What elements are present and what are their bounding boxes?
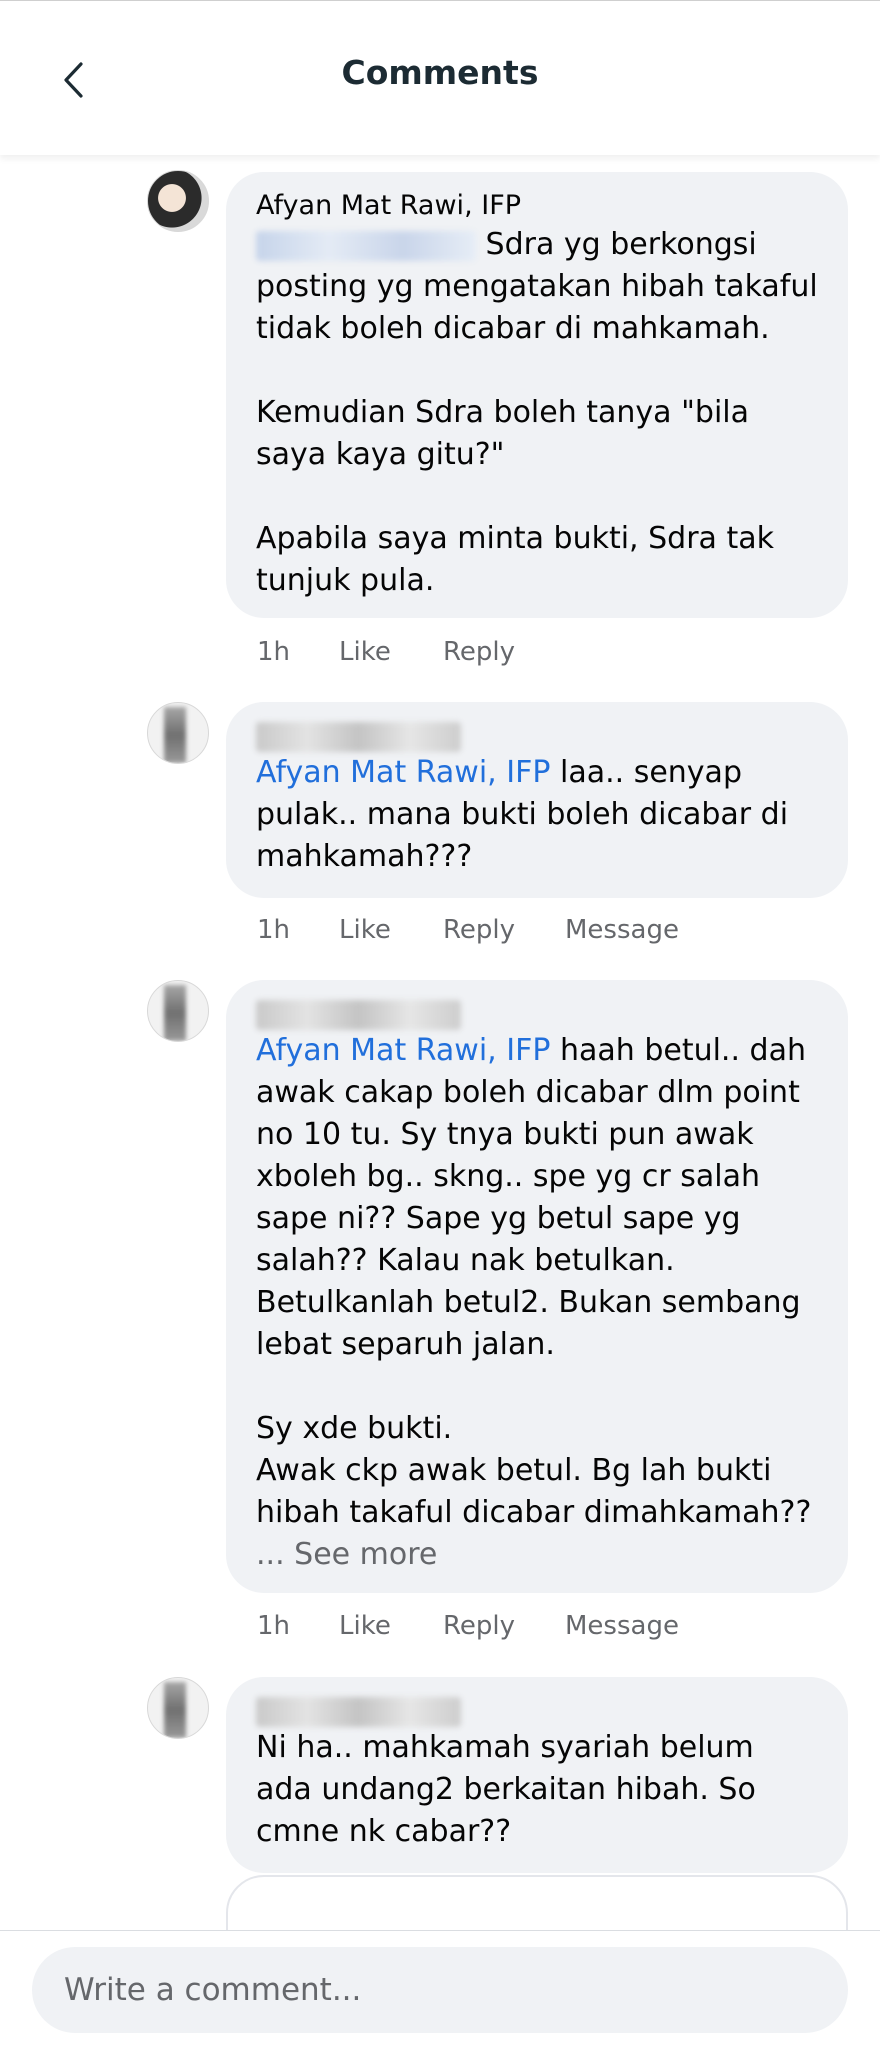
comment-time: 1h — [257, 915, 291, 945]
comment-text: Ni ha.. mahkamah syariah belum ada undan… — [256, 1730, 766, 1849]
comment-text: Afyan Mat Rawi, IFP haah betul.. dah awa… — [256, 1030, 818, 1534]
comment-actions: 1h Like Reply — [257, 637, 565, 667]
comment-actions: 1h Like Reply Message — [257, 1611, 679, 1641]
comment-bubble: Afyan Mat Rawi, IFP haah betul.. dah awa… — [226, 980, 848, 1593]
like-button[interactable]: Like — [339, 637, 443, 667]
avatar[interactable] — [147, 170, 209, 232]
mention-link[interactable]: Afyan Mat Rawi, IFP — [256, 755, 550, 790]
avatar[interactable] — [147, 1677, 209, 1739]
avatar[interactable] — [147, 980, 209, 1042]
reply-button[interactable]: Reply — [443, 915, 565, 945]
comment-text: Sdra yg berkongsi posting yg mengatakan … — [256, 224, 818, 602]
top-bar: Comments — [0, 0, 880, 155]
comment-composer — [0, 1930, 880, 2048]
blurred-author[interactable] — [256, 1000, 461, 1030]
comments-feed[interactable]: Afyan Mat Rawi, IFP Sdra yg berkongsi po… — [0, 155, 880, 1930]
page-title: Comments — [341, 53, 539, 92]
comment-text: Afyan Mat Rawi, IFP laa.. senyap pulak..… — [256, 752, 818, 878]
blurred-avatar — [164, 707, 186, 763]
like-button[interactable]: Like — [339, 1611, 443, 1641]
blurred-avatar — [164, 1682, 186, 1738]
comment-author[interactable]: Afyan Mat Rawi, IFP — [256, 188, 818, 224]
reply-button[interactable]: Reply — [443, 1611, 565, 1641]
see-more-link[interactable]: ... See more — [256, 1534, 818, 1576]
comment-bubble: Ni ha.. mahkamah syariah belum ada undan… — [226, 1677, 848, 1873]
message-button[interactable]: Message — [565, 915, 679, 945]
comment-bubble: Afyan Mat Rawi, IFP laa.. senyap pulak..… — [226, 702, 848, 898]
avatar[interactable] — [147, 702, 209, 764]
comment-time: 1h — [257, 1611, 291, 1641]
comment-bubble-partial — [226, 1875, 848, 1930]
comment-actions: 1h Like Reply Message — [257, 915, 679, 945]
reply-button[interactable]: Reply — [443, 637, 565, 667]
comment-time: 1h — [257, 637, 291, 667]
blurred-author[interactable] — [256, 722, 461, 752]
blurred-mention[interactable] — [256, 230, 476, 261]
like-button[interactable]: Like — [339, 915, 443, 945]
blurred-avatar — [164, 985, 186, 1041]
blurred-author[interactable] — [256, 1697, 461, 1727]
mention-link[interactable]: Afyan Mat Rawi, IFP — [256, 1033, 550, 1068]
comment-bubble: Afyan Mat Rawi, IFP Sdra yg berkongsi po… — [226, 172, 848, 618]
comment-input[interactable] — [32, 1947, 848, 2033]
message-button[interactable]: Message — [565, 1611, 679, 1641]
comment-body: Sdra yg berkongsi posting yg mengatakan … — [256, 227, 818, 598]
comment-body: haah betul.. dah awak cakap boleh dicaba… — [256, 1033, 812, 1530]
